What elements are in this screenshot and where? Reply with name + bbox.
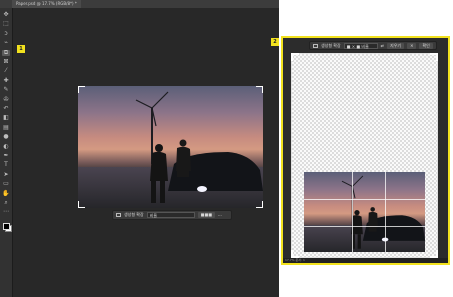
eraser-icon[interactable]: ◧ [2,115,10,121]
canvas-photo[interactable] [78,86,263,208]
crop-handle-bottom-left[interactable] [78,201,85,208]
person-left [150,144,168,203]
marquee-icon[interactable]: ⬚ [2,21,10,27]
clear-button[interactable]: 지우기 [387,42,405,49]
type-icon[interactable]: T [2,162,10,168]
crop-handle-top-left[interactable] [78,86,85,93]
path-select-icon[interactable]: ➤ [2,171,10,178]
object-select-icon[interactable]: ⌁ [2,40,10,46]
screenshot: Paper.psd @ 17.7% (RGB/8*) * ✥ ⬚ ↄ ⌁ ⧉ ⊠ ⁄ ✚ ✎ ✇ ↶… [0,0,453,297]
crop-handle-bottom-right[interactable] [256,201,263,208]
pen-icon[interactable]: ✒ [2,153,10,159]
stamp-icon[interactable]: ✇ [2,96,10,103]
move-icon[interactable]: ✥ [2,12,10,18]
crop-handle-bottom-left[interactable] [291,250,299,258]
generative-expand-icon [116,213,121,217]
status-bar: 17.7% 문서: 1 [283,258,448,263]
history-brush-icon[interactable]: ↶ [2,106,10,112]
thirds-guide [352,172,353,252]
zoom-icon[interactable]: ⌕ [2,200,10,206]
thirds-guide [304,199,425,200]
crop-handle-top-right[interactable] [430,53,438,61]
expanded-canvas[interactable] [291,53,438,258]
more-options-button[interactable]: ··· [218,213,222,218]
car-headlight [197,186,207,192]
document-tab-bar: Paper.psd @ 17.7% (RGB/8*) * [0,0,279,8]
generative-expand-icon [313,43,318,48]
thirds-guide [385,172,386,252]
tools-panel: ✥ ⬚ ↄ ⌁ ⧉ ⊠ ⁄ ✚ ✎ ✇ ↶ ◧ ▤ ● ◐ ✒ T ➤ ▭ ✋ ⌕ ⋯ [0,8,13,297]
frame-icon[interactable]: ⊠ [2,59,10,65]
contextual-task-bar: 생성형 확장 비율 ■■■ ··· [112,210,232,220]
size-field[interactable]: ■ × ■ 비율 [343,42,378,49]
brush-icon[interactable]: ✎ [2,87,10,93]
generative-expand-label[interactable]: 생성형 확장 [321,43,341,49]
crop-icon[interactable]: ⧉ [2,49,10,56]
document-tab[interactable]: Paper.psd @ 17.7% (RGB/8*) * [12,0,81,8]
step-1-callout: 1 [17,45,25,53]
shape-icon[interactable]: ▭ [2,181,10,187]
dodge-icon[interactable]: ◐ [2,143,10,150]
hand-icon[interactable]: ✋ [2,190,10,197]
zoom-task-bar: 생성형 확장 ■ × ■ 비율 ⇄ 지우기 ✕ 확인 [309,41,437,50]
person-right [176,139,191,177]
generate-button[interactable]: ■■■ [197,212,216,218]
thirds-guide [304,226,425,227]
aspect-ratio-field[interactable]: 비율 [146,212,195,218]
eyedropper-icon[interactable]: ⁄ [2,68,10,74]
foreground-color-swatch[interactable] [3,223,10,230]
swap-icon[interactable]: ⇄ [381,43,384,48]
gradient-icon[interactable]: ▤ [2,124,10,131]
lasso-icon[interactable]: ↄ [2,30,10,37]
crop-handle-top-right[interactable] [256,86,263,93]
generative-expand-label[interactable]: 생성형 확장 [124,212,144,218]
healing-icon[interactable]: ✚ [2,77,10,84]
crop-handle-bottom-right[interactable] [430,250,438,258]
crop-handle-top-left[interactable] [291,53,299,61]
photo-silhouettes [135,91,263,203]
blur-icon[interactable]: ● [2,134,10,140]
more-icon[interactable]: ⋯ [2,209,10,215]
cancel-button[interactable]: ✕ [407,42,417,49]
photoshop-workspace: Paper.psd @ 17.7% (RGB/8*) * ✥ ⬚ ↄ ⌁ ⧉ ⊠ ⁄ ✚ ✎ ✇ ↶… [0,0,279,297]
confirm-button[interactable]: 확인 [419,42,433,49]
zoomed-canvas-view: 생성형 확장 ■ × ■ 비율 ⇄ 지우기 ✕ 확인 17.7% 문서: 1 [281,36,450,265]
zoom-photo-silhouettes [341,175,425,249]
zoom-photo [304,172,425,252]
step-2-callout: 2 [271,38,279,46]
